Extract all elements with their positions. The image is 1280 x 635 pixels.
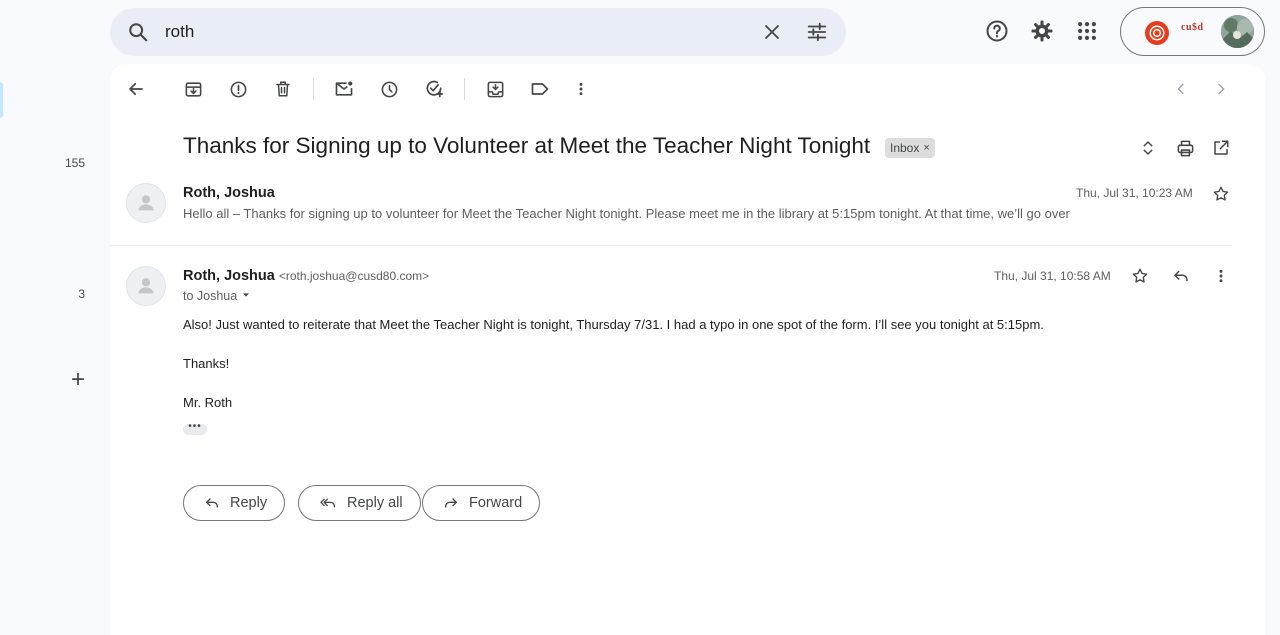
add-task-icon[interactable] (422, 77, 446, 101)
district-logo: cu$d (1181, 22, 1204, 33)
label-tag-icon[interactable] (528, 77, 552, 101)
message-sender[interactable]: Roth, Joshua (183, 185, 275, 201)
nav-count-2: 3 (78, 287, 85, 301)
message-date: Thu, Jul 31, 10:58 AM (994, 269, 1111, 283)
search-input[interactable] (165, 20, 725, 44)
expand-all-icon[interactable] (1136, 136, 1160, 160)
help-icon[interactable] (985, 19, 1009, 43)
snooze-clock-icon[interactable] (377, 77, 401, 101)
reply-label: Reply (230, 495, 268, 511)
star-icon[interactable] (1209, 182, 1233, 206)
sender-avatar[interactable] (126, 183, 166, 223)
nav-active-indicator (0, 82, 3, 118)
reply-icon (206, 498, 218, 508)
reply-button[interactable]: Reply (183, 485, 286, 521)
settings-gear-icon[interactable] (1030, 19, 1054, 43)
archive-icon[interactable] (181, 77, 205, 101)
forward-label: Forward (469, 495, 523, 511)
thread-subject: Thanks for Signing up to Volunteer at Me… (183, 133, 871, 158)
recipients-text: to Joshua (183, 289, 238, 303)
older-chevron-right-icon[interactable] (1209, 77, 1233, 101)
apps-grid-icon[interactable] (1075, 19, 1099, 43)
message-signature: Mr. Roth (183, 395, 233, 410)
message-date: Thu, Jul 31, 10:23 AM (1076, 186, 1193, 200)
reply-icon[interactable] (1169, 264, 1193, 288)
clear-search-icon[interactable] (760, 20, 784, 44)
add-label-icon[interactable]: + (66, 368, 90, 393)
more-vert-icon[interactable] (1209, 264, 1233, 288)
reply-all-label: Reply all (347, 495, 403, 511)
sender-email: <roth.joshua@cusd80.com> (278, 269, 430, 283)
open-new-window-icon[interactable] (1209, 136, 1233, 160)
report-spam-icon[interactable] (226, 77, 250, 101)
organization-logo-icon (1145, 21, 1169, 45)
account-switcher[interactable]: cu$d (1120, 7, 1265, 56)
inbox-label-chip: Inbox × (885, 138, 935, 158)
message-body-line: Thanks! (183, 356, 230, 371)
print-icon[interactable] (1173, 136, 1197, 160)
show-details-dropdown-icon[interactable] (241, 289, 251, 303)
newer-chevron-left-icon[interactable] (1169, 77, 1193, 101)
reply-all-button[interactable]: Reply all (298, 485, 421, 521)
more-vert-icon[interactable] (569, 77, 593, 101)
star-icon[interactable] (1128, 264, 1152, 288)
nav-count-1: 155 (64, 156, 85, 170)
mark-unread-icon[interactable] (332, 77, 356, 101)
forward-icon (445, 498, 457, 508)
show-trimmed-content-button[interactable]: ••• (183, 422, 207, 435)
search-icon[interactable] (126, 20, 150, 44)
toolbar-divider (464, 78, 465, 100)
message-sender[interactable]: Roth, Joshua (183, 268, 275, 284)
move-to-icon[interactable] (483, 77, 507, 101)
search-options-icon[interactable] (805, 20, 829, 44)
message-divider (110, 245, 1232, 246)
message-snippet[interactable]: Hello all – Thanks for signing up to vol… (183, 206, 1070, 221)
reply-all-icon (320, 498, 336, 508)
message-body-line: Also! Just wanted to reiterate that Meet… (183, 317, 1044, 332)
message-view: Thanks for Signing up to Volunteer at Me… (110, 64, 1265, 635)
delete-trash-icon[interactable] (271, 77, 295, 101)
search-bar (110, 8, 846, 56)
user-avatar[interactable] (1221, 15, 1254, 48)
toolbar-divider (313, 78, 314, 100)
remove-label-icon[interactable]: × (923, 142, 929, 154)
forward-button[interactable]: Forward (422, 485, 541, 521)
sender-avatar[interactable] (126, 266, 166, 306)
back-arrow-icon[interactable] (124, 77, 148, 101)
label-chip-text: Inbox (890, 141, 920, 155)
message-sender-line: Roth, Joshua <roth.joshua@cusd80.com> (183, 268, 429, 284)
recipients-line[interactable]: to Joshua (183, 289, 251, 303)
